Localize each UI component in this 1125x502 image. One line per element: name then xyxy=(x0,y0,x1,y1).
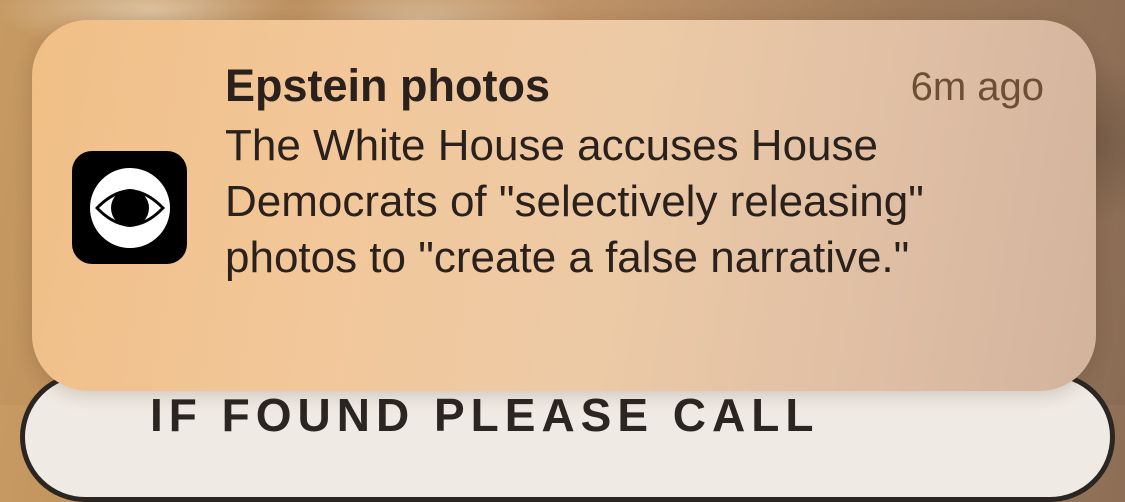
background-tag-text: IF FOUND PLEASE CALL xyxy=(150,389,820,441)
notification-title: Epstein photos xyxy=(225,60,550,111)
cbs-eye-icon xyxy=(72,151,187,264)
notification-timestamp: 6m ago xyxy=(910,65,1044,109)
notification-banner[interactable]: Epstein photos 6m ago The White House ac… xyxy=(32,20,1096,391)
notification-body: The White House accuses House Democrats … xyxy=(225,121,924,282)
